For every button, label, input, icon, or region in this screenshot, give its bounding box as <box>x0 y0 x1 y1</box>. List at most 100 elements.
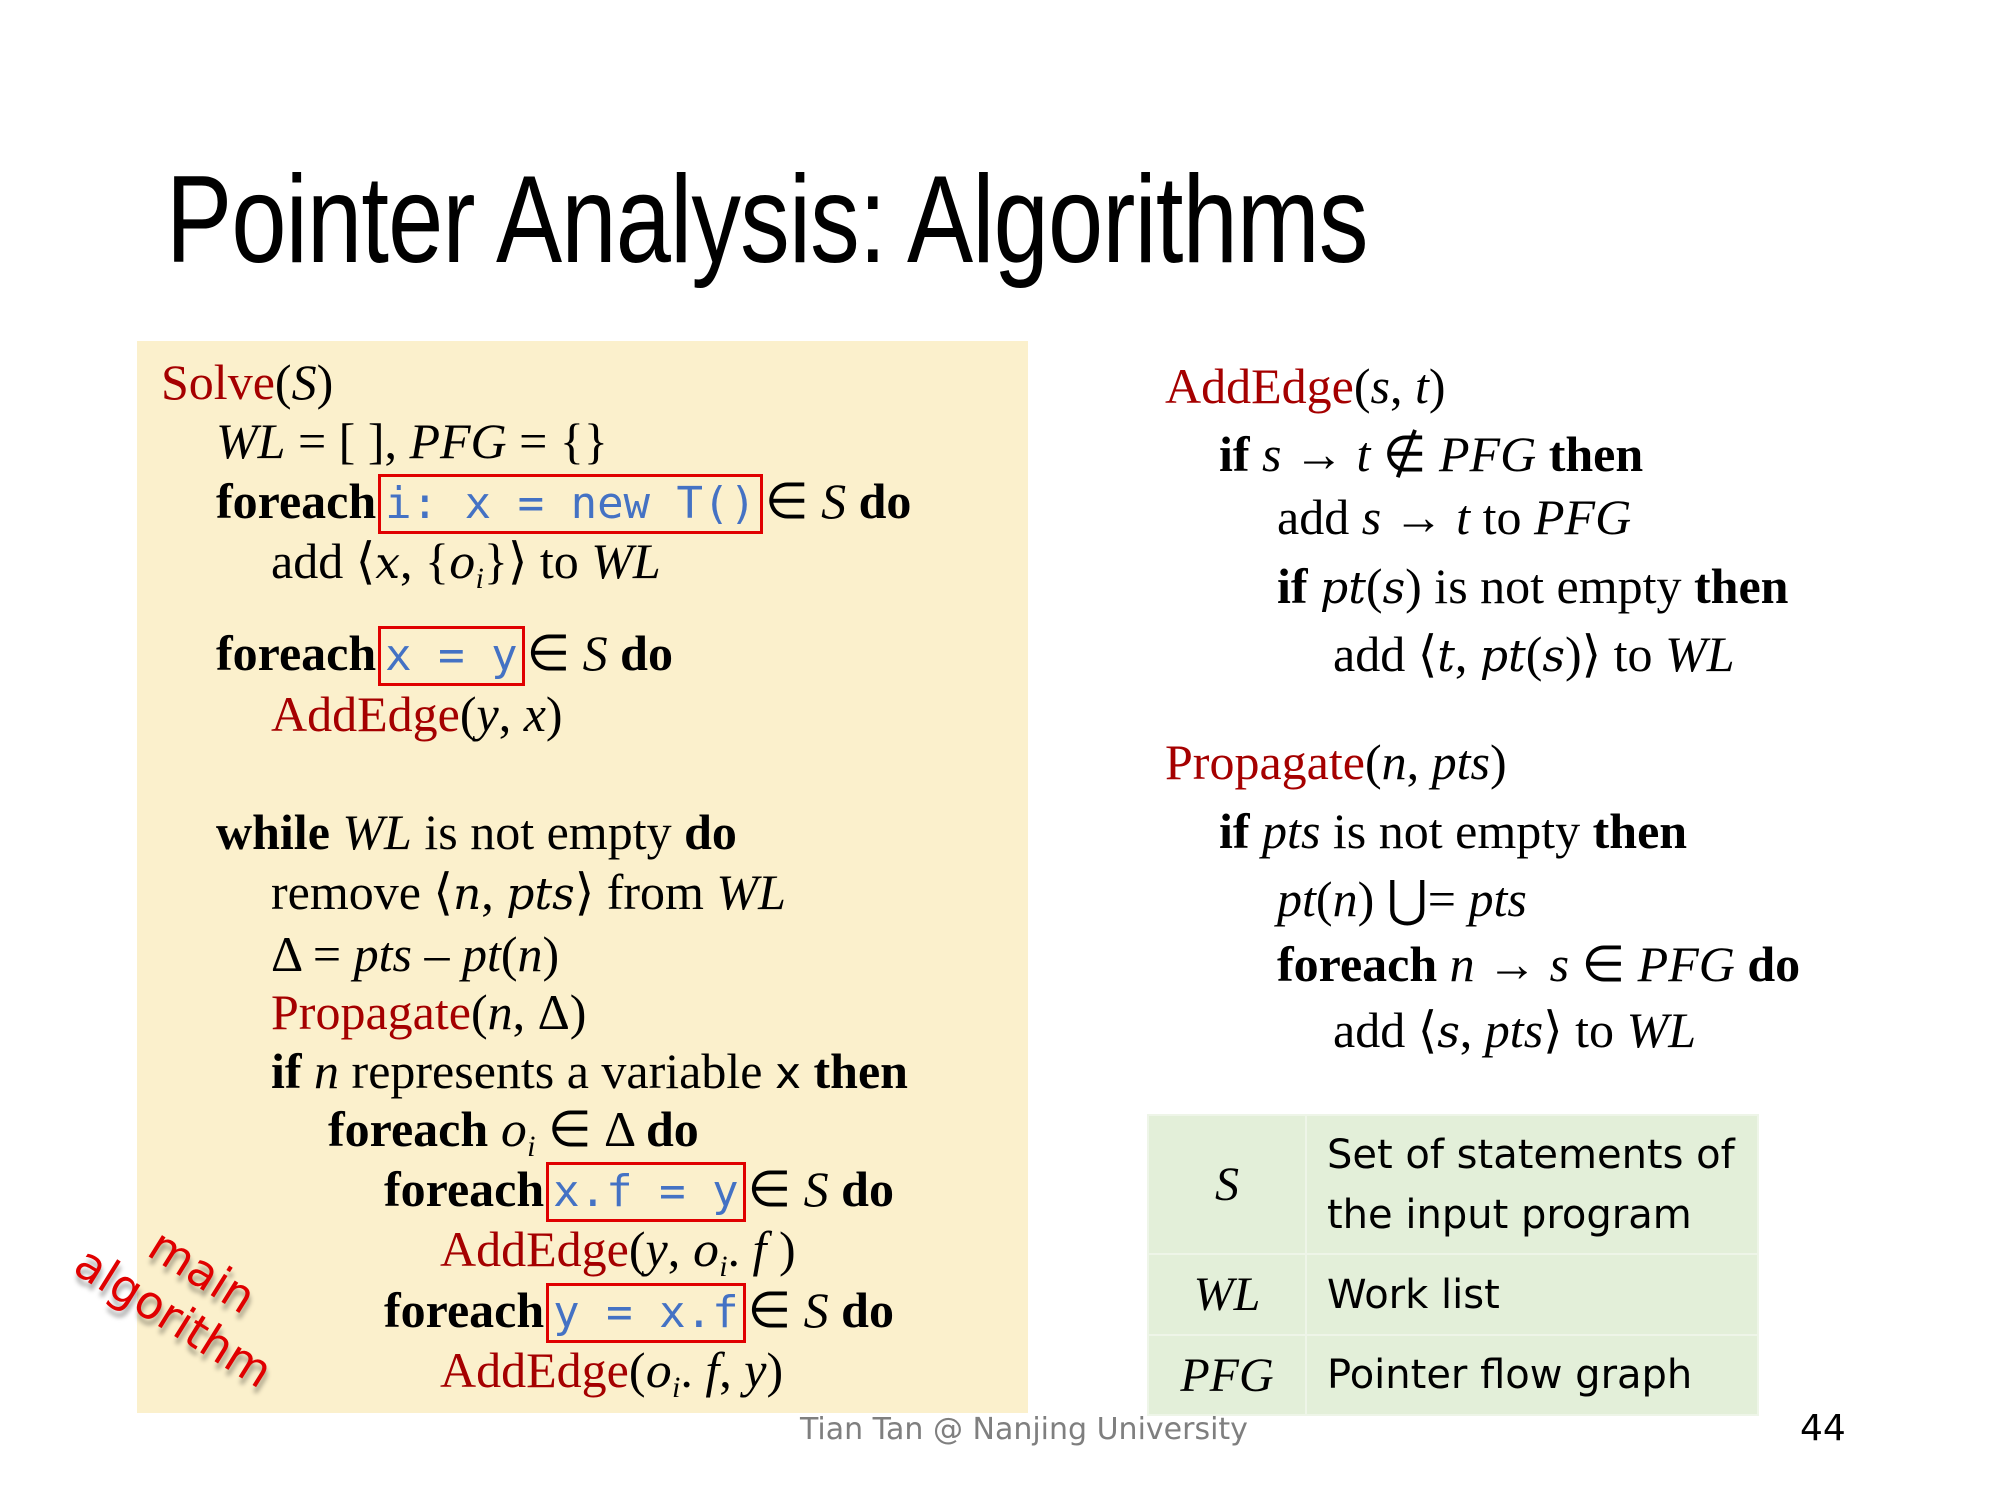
math-variable: WL <box>1626 1002 1697 1058</box>
text: , <box>481 864 507 920</box>
math-variable: S <box>291 354 317 410</box>
math-variable: n <box>1332 871 1358 927</box>
text: is not empty <box>411 804 685 860</box>
code-line: while WL is not empty do <box>216 802 737 862</box>
keyword: do <box>684 804 737 860</box>
math-variable: y <box>645 1221 668 1277</box>
keyword: foreach <box>328 1101 489 1157</box>
function-name: Propagate <box>271 984 471 1040</box>
math-variable: t <box>1356 426 1371 482</box>
text: , <box>1406 734 1432 790</box>
keyword: do <box>846 473 912 529</box>
text: ( <box>1525 626 1543 682</box>
text: ) <box>766 1221 796 1277</box>
math-variable: n <box>487 984 513 1040</box>
code-line: Propagate(n, pts) <box>1165 732 1507 792</box>
text: ) <box>766 1342 784 1398</box>
legend-row: WL Work list <box>1147 1253 1759 1336</box>
text: add ⟨ <box>1333 1002 1438 1058</box>
keyword: do <box>1734 936 1801 992</box>
keyword: if <box>271 1043 302 1099</box>
text: ( <box>1353 358 1371 414</box>
text: ∈ <box>747 1161 804 1217</box>
text: ( <box>1365 558 1383 614</box>
math-variable: PFG <box>1637 936 1735 992</box>
text: add <box>1277 489 1362 545</box>
math-variable: s <box>1361 489 1382 545</box>
math-variable: s <box>1437 1007 1460 1058</box>
code-line: foreach n → s ∈ PFG do <box>1277 934 1800 994</box>
math-variable: PFG <box>1533 489 1632 545</box>
math-variable: o <box>500 1106 528 1157</box>
math-variable: s <box>1542 631 1565 682</box>
text: ∈ <box>526 625 583 681</box>
math-variable: s <box>1262 426 1282 482</box>
text <box>1437 936 1450 992</box>
math-variable: pt <box>1277 871 1316 927</box>
text: → <box>1381 489 1457 545</box>
slide-title: Pointer Analysis: Algorithms <box>166 151 1368 289</box>
math-variable: n <box>1449 936 1475 992</box>
text: ) <box>1428 358 1446 414</box>
text: ) is not empty <box>1405 558 1695 614</box>
legend-table: S Set of statements of the input program… <box>1147 1114 1759 1416</box>
text: ) ⋃= <box>1357 871 1469 927</box>
keyword: do <box>828 1161 894 1217</box>
math-variable: pts <box>1262 803 1321 859</box>
legend-description: Pointer flow graph <box>1305 1334 1759 1416</box>
text: → <box>1474 936 1550 992</box>
keyword: foreach <box>384 1282 545 1338</box>
code-line: if pts is not empty then <box>1219 801 1687 861</box>
text: Δ = <box>271 926 354 982</box>
text <box>330 804 343 860</box>
text: , <box>1459 1002 1485 1058</box>
math-variable: S <box>803 1161 829 1217</box>
math-variable: pts <box>353 926 412 982</box>
legend-symbol: S <box>1147 1114 1307 1255</box>
keyword: then <box>1536 426 1644 482</box>
math-variable: s <box>1370 358 1390 414</box>
keyword: foreach <box>384 1161 545 1217</box>
math-variable: o <box>449 538 476 589</box>
keyword: do <box>607 625 673 681</box>
math-variable: WL <box>1665 626 1735 682</box>
text: . <box>727 1221 741 1277</box>
text: )⟩ to <box>1565 626 1666 682</box>
text: , <box>1454 626 1480 682</box>
code-line: Propagate(n, Δ) <box>271 982 586 1042</box>
code-line: add ⟨s, pts⟩ to WL <box>1333 1000 1696 1063</box>
keyword: then <box>800 1043 908 1099</box>
code-line: foreach y = x.f ∈ S do <box>384 1280 894 1343</box>
text: , <box>667 1221 693 1277</box>
highlighted-code-statement: x.f = y <box>546 1162 746 1222</box>
code-line: add ⟨t, pt(s)⟩ to WL <box>1333 624 1735 687</box>
text: ⟩ to <box>1543 1002 1627 1058</box>
highlighted-code-statement: i: x = new T() <box>378 474 764 534</box>
math-variable: pts <box>1431 734 1490 790</box>
text: ∈ <box>765 473 822 529</box>
code-line: foreach i: x = new T() ∈ S do <box>216 471 911 534</box>
math-variable: o <box>692 1226 720 1277</box>
keyword: foreach <box>216 625 377 681</box>
text: ( <box>1364 734 1382 790</box>
text: ∈ <box>747 1282 804 1338</box>
subscript: i <box>719 1250 728 1283</box>
text: ( <box>1315 871 1333 927</box>
math-variable: pts <box>506 869 575 920</box>
keyword: foreach <box>1277 936 1438 992</box>
math-variable: WL <box>216 413 286 469</box>
legend-desc-line: the input program <box>1327 1191 1692 1238</box>
math-variable: WL <box>342 804 412 860</box>
text: }⟩ to <box>483 533 592 589</box>
code-line: Δ = pts – pt(n) <box>271 924 559 984</box>
text: ( <box>274 354 292 410</box>
math-variable: n <box>517 926 543 982</box>
math-variable: t <box>1414 358 1429 414</box>
code-line: if pt(s) is not empty then <box>1277 556 1789 619</box>
math-variable: pt <box>1320 563 1366 614</box>
function-name: AddEdge <box>1165 358 1354 414</box>
code-line: add s → t to PFG <box>1277 487 1631 547</box>
math-variable: s <box>1549 936 1570 992</box>
math-variable: n <box>314 1043 340 1099</box>
math-variable: S <box>803 1282 829 1338</box>
